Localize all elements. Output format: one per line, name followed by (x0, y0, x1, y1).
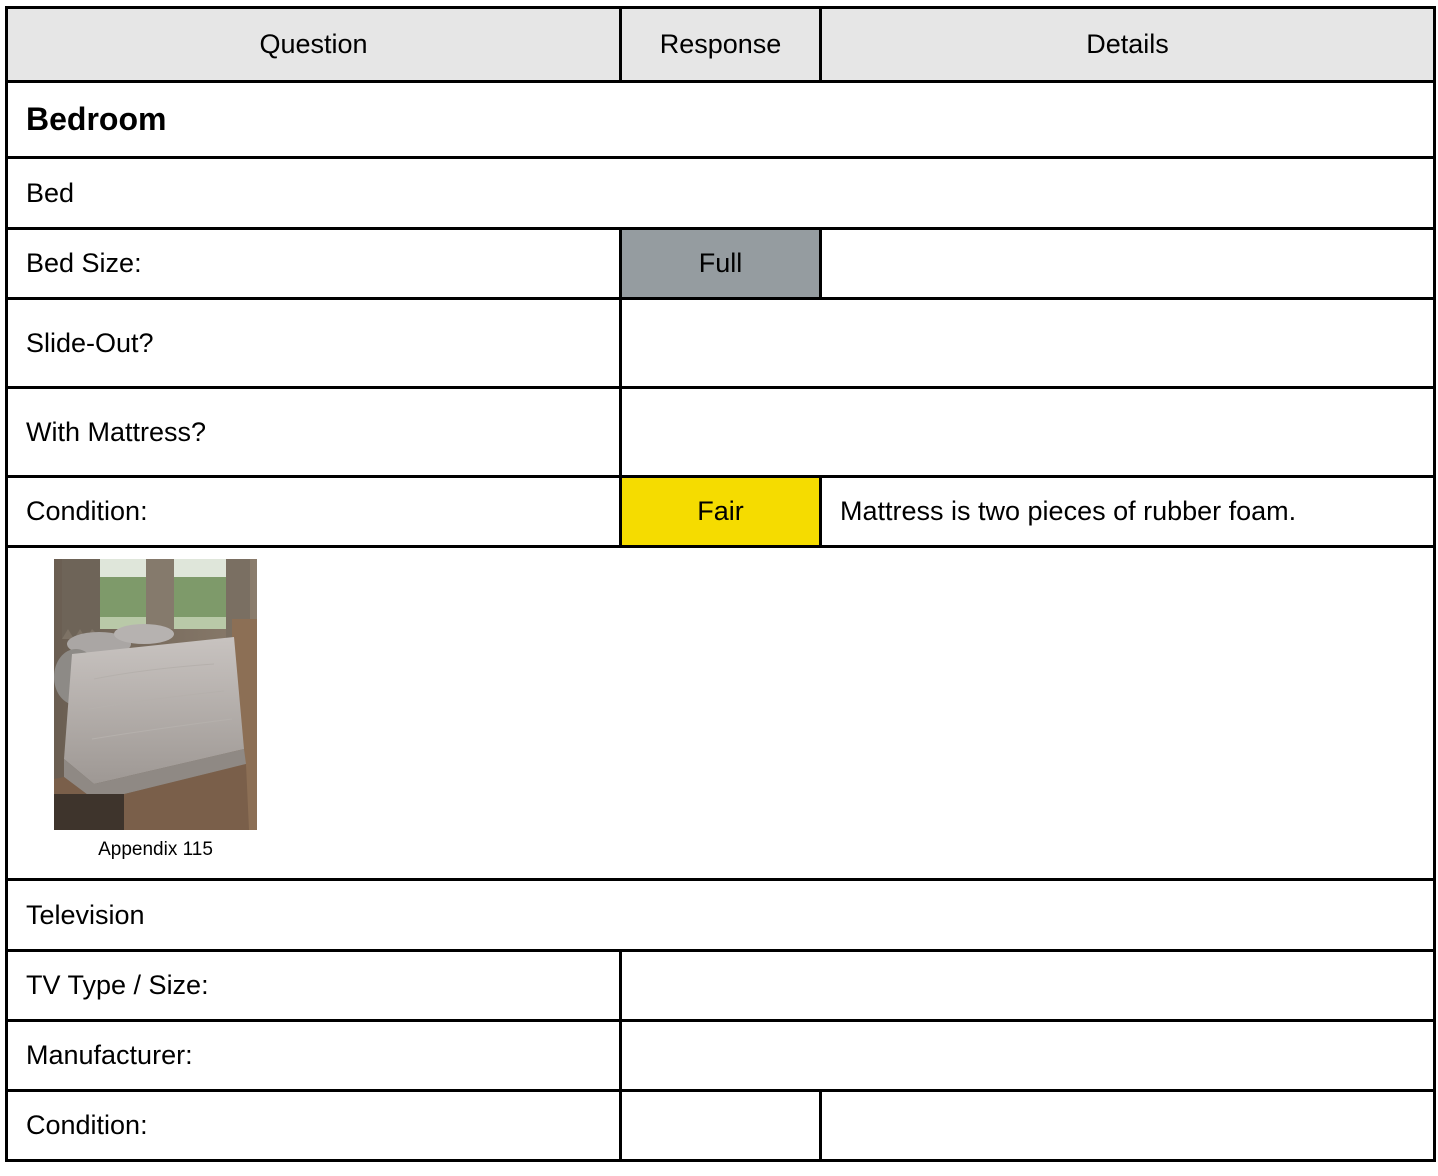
photo-caption: Appendix 115 (98, 839, 213, 860)
response-cell (619, 949, 1436, 1022)
response-cell (619, 386, 1436, 478)
question-cell: Manufacturer: (5, 1019, 622, 1092)
question-cell: Bed Size: (5, 227, 622, 300)
response-cell: Full (619, 227, 822, 300)
photo-cell: Appendix 115 (5, 545, 1436, 881)
bed-photo[interactable] (54, 559, 257, 830)
response-cell (619, 297, 1436, 389)
inspection-table: Question Response Details Bedroom Bed Be… (5, 6, 1436, 1162)
table-row-bed-condition: Condition: Fair Mattress is two pieces o… (5, 475, 1436, 548)
response-cell (619, 1019, 1436, 1092)
header-response: Response (619, 6, 822, 83)
photo-row: Appendix 115 (5, 545, 1436, 881)
subheading-row-television: Television (5, 878, 1436, 952)
photo-block: Appendix 115 (54, 559, 257, 861)
response-cell: Fair (619, 475, 822, 548)
details-cell: Mattress is two pieces of rubber foam. (819, 475, 1436, 548)
inspection-table-wrapper: Question Response Details Bedroom Bed Be… (5, 6, 1436, 1162)
question-cell: Condition: (5, 1089, 622, 1162)
section-title: Bedroom (5, 80, 1436, 159)
header-details: Details (819, 6, 1436, 83)
subheading-television: Television (5, 878, 1436, 952)
subheading-row-bed: Bed (5, 156, 1436, 230)
question-cell: TV Type / Size: (5, 949, 622, 1022)
details-cell (819, 227, 1436, 300)
question-cell: Slide-Out? (5, 297, 622, 389)
table-row-with-mattress: With Mattress? (5, 386, 1436, 478)
question-cell: Condition: (5, 475, 622, 548)
table-row-manufacturer: Manufacturer: (5, 1019, 1436, 1092)
table-row-slide-out: Slide-Out? (5, 297, 1436, 389)
header-question: Question (5, 6, 622, 83)
response-cell (619, 1089, 822, 1162)
question-cell: With Mattress? (5, 386, 622, 478)
section-row-bedroom: Bedroom (5, 80, 1436, 159)
table-header-row: Question Response Details (5, 6, 1436, 83)
details-cell (819, 1089, 1436, 1162)
table-row-tv-type-size: TV Type / Size: (5, 949, 1436, 1022)
subheading-bed: Bed (5, 156, 1436, 230)
table-row-bed-size: Bed Size: Full (5, 227, 1436, 300)
table-row-tv-condition: Condition: (5, 1089, 1436, 1162)
